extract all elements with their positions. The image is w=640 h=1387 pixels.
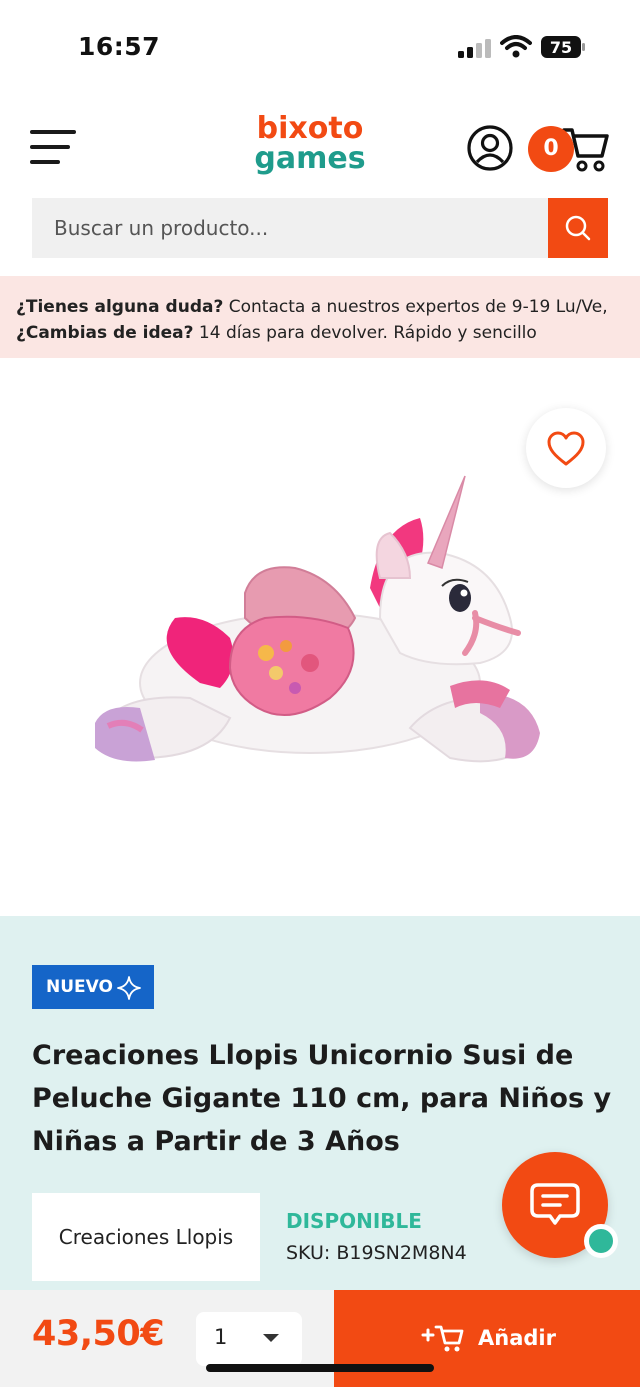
logo-line-1: bixoto <box>256 111 364 146</box>
info-banner: ¿Tienes alguna duda? Contacta a nuestros… <box>0 276 640 358</box>
product-image-unicorn-plush[interactable] <box>80 468 560 798</box>
menu-button[interactable] <box>30 128 80 168</box>
status-time: 16:57 <box>78 32 161 61</box>
quantity-select[interactable]: 1 <box>196 1312 302 1366</box>
site-header: bixoto games 0 <box>0 100 640 190</box>
banner-line-1: ¿Tienes alguna duda? Contacta a nuestros… <box>16 294 640 320</box>
chevron-down-icon <box>263 1334 279 1342</box>
banner-text-1: Contacta a nuestros expertos de 9-19 Lu/… <box>223 297 608 317</box>
wifi-icon <box>500 35 532 58</box>
banner-question-2: ¿Cambias de idea? <box>16 323 194 343</box>
product-page: 16:57 75 bixoto games 0 Buscar un produc… <box>0 0 640 1387</box>
new-badge-label: NUEVO <box>46 977 113 997</box>
product-sku: SKU: B19SN2M8N4 <box>286 1242 467 1264</box>
battery-level: 75 <box>550 38 572 57</box>
cart-count-badge: 0 <box>528 126 574 172</box>
product-title: Creaciones Llopis Unicornio Susi de Pelu… <box>32 1040 612 1157</box>
brand-link[interactable]: Creaciones Llopis <box>32 1193 260 1281</box>
logo-line-2: games <box>254 141 366 176</box>
sparkle-icon <box>117 976 141 1000</box>
search-bar <box>32 198 608 258</box>
purchase-bar: 43,50€ 1 Añadir <box>0 1290 640 1387</box>
banner-text-2: 14 días para devolver. Rápido y sencillo <box>193 323 537 343</box>
signal-icon <box>458 39 491 58</box>
cart-button[interactable]: 0 <box>526 124 610 174</box>
chat-online-indicator <box>584 1224 618 1258</box>
status-bar: 16:57 75 <box>0 0 640 90</box>
add-to-cart-label: Añadir <box>478 1326 556 1350</box>
add-to-cart-icon <box>421 1325 464 1352</box>
product-image-area <box>0 358 640 916</box>
banner-line-2: ¿Cambias de idea? 14 días para devolver.… <box>16 320 640 346</box>
quantity-value: 1 <box>214 1325 228 1349</box>
search-icon <box>565 215 591 241</box>
site-logo[interactable]: bixoto games <box>240 114 380 178</box>
new-badge: NUEVO <box>32 965 154 1009</box>
battery-icon: 75 <box>541 36 585 58</box>
product-price: 43,50€ <box>32 1314 165 1354</box>
search-input[interactable] <box>32 198 548 258</box>
banner-question-1: ¿Tienes alguna duda? <box>16 297 224 317</box>
stock-status: DISPONIBLE <box>286 1209 422 1233</box>
add-to-cart-button[interactable]: Añadir <box>334 1290 640 1387</box>
search-button[interactable] <box>548 198 608 258</box>
user-account-icon[interactable] <box>466 124 514 172</box>
home-indicator[interactable] <box>206 1364 434 1372</box>
